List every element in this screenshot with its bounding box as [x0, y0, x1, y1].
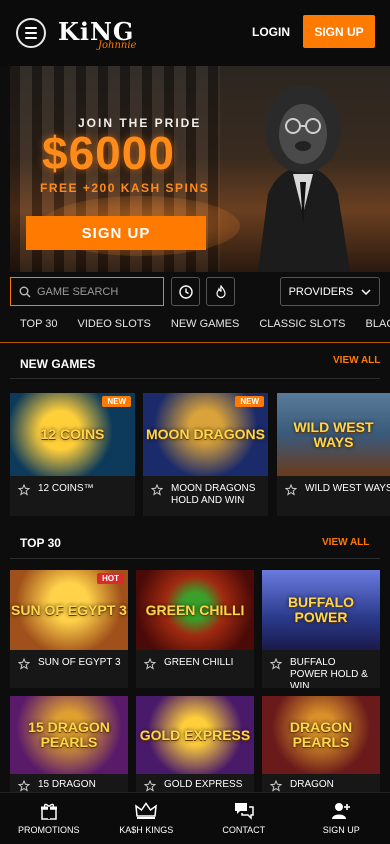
section-divider — [10, 558, 380, 559]
clock-icon — [178, 284, 193, 299]
game-card[interactable]: GREEN CHILLI GREEN CHILLI — [136, 570, 254, 688]
game-card[interactable]: BUFFALO POWER BUFFALO POWER HOLD & WIN — [262, 570, 380, 688]
flame-icon — [215, 284, 226, 298]
bottom-navigation: PROMOTIONS KA$H KINGS CONTACT SIGN UP — [0, 792, 390, 844]
tab-new-games[interactable]: NEW GAMES — [171, 314, 239, 342]
game-thumbnail: DRAGON PEARLS — [262, 696, 380, 774]
game-search-box[interactable] — [10, 277, 164, 306]
game-thumbnail: 12 COINS NEW — [10, 393, 135, 476]
nav-contact[interactable]: CONTACT — [195, 793, 293, 844]
game-name: DRAGON PEARLS: — [290, 779, 334, 792]
add-user-icon — [332, 803, 351, 819]
chevron-down-icon — [361, 288, 371, 295]
providers-label: PROVIDERS — [288, 285, 354, 298]
recent-games-button[interactable] — [171, 277, 200, 306]
game-art-title: 15 DRAGON PEARLS — [28, 719, 110, 750]
favorite-star-icon[interactable] — [144, 780, 156, 792]
banner-amount: $6000 — [42, 127, 175, 179]
tab-top-30[interactable]: TOP 30 — [20, 314, 58, 342]
game-name: SUN OF EGYPT 3 — [38, 657, 121, 668]
hamburger-line — [25, 27, 37, 29]
game-art-title: WILD WEST WAYS — [293, 418, 374, 450]
hamburger-line — [25, 32, 37, 34]
hot-games-button[interactable] — [206, 277, 235, 306]
favorite-star-icon[interactable] — [18, 780, 30, 792]
top30-view-all-link[interactable]: VIEW ALL — [322, 537, 369, 548]
nav-kash-kings-label: KA$H KINGS — [119, 825, 174, 835]
game-art-title: 12 COINS — [40, 426, 105, 443]
new-badge: NEW — [102, 396, 131, 407]
favorite-star-icon[interactable] — [270, 658, 282, 670]
favorite-star-icon[interactable] — [144, 658, 156, 670]
banner-signup-button[interactable]: SIGN UP — [26, 216, 206, 250]
signup-button[interactable]: SIGN UP — [303, 15, 375, 48]
game-card[interactable]: DRAGON PEARLS DRAGON PEARLS: — [262, 696, 380, 792]
game-card[interactable]: 15 DRAGON PEARLS 15 DRAGON — [10, 696, 128, 792]
nav-promotions[interactable]: PROMOTIONS — [0, 793, 98, 844]
login-link[interactable]: LOGIN — [252, 25, 290, 39]
new-games-view-all-link[interactable]: VIEW ALL — [333, 355, 380, 366]
nav-sign-up[interactable]: SIGN UP — [293, 793, 390, 844]
favorite-star-icon[interactable] — [151, 484, 163, 496]
favorite-star-icon[interactable] — [285, 484, 297, 496]
game-thumbnail: GREEN CHILLI — [136, 570, 254, 650]
game-thumbnail: GOLD EXPRESS — [136, 696, 254, 774]
top-header: KiNG Johnnie LOGIN SIGN UP — [0, 0, 390, 66]
game-thumbnail: BUFFALO POWER — [262, 570, 380, 650]
game-art-title: GOLD EXPRESS — [139, 726, 251, 743]
favorite-star-icon[interactable] — [270, 780, 282, 792]
game-name: WILD WEST WAYS — [305, 483, 390, 494]
game-card[interactable]: GOLD EXPRESS GOLD EXPRESS — [136, 696, 254, 792]
site-logo[interactable]: KiNG Johnnie — [58, 13, 148, 53]
game-card[interactable]: 12 COINS NEW 12 COINS™ — [10, 393, 135, 516]
game-art-title: SUN OF EGYPT 3 — [11, 601, 127, 618]
game-card[interactable]: MOON DRAGONS NEW MOON DRAGONS HOLD AND W… — [143, 393, 268, 516]
logo-sub-text: Johnnie — [98, 40, 137, 51]
favorite-star-icon[interactable] — [18, 658, 30, 670]
nav-sign-up-label: SIGN UP — [322, 825, 360, 835]
nav-promotions-label: PROMOTIONS — [17, 825, 80, 835]
game-name: MOON DRAGONS HOLD AND WIN — [171, 483, 256, 506]
tab-classic-slots[interactable]: CLASSIC SLOTS — [259, 314, 345, 342]
nav-contact-label: CONTACT — [222, 825, 266, 835]
game-thumbnail: WILD WEST WAYS — [277, 393, 390, 476]
hot-badge: HOT — [97, 573, 124, 584]
game-name: GOLD EXPRESS — [164, 779, 243, 790]
top30-title: TOP 30 — [20, 536, 61, 550]
game-art-title: GREEN CHILLI — [145, 601, 245, 618]
gift-icon — [40, 803, 57, 820]
game-art-title: MOON DRAGONS — [146, 426, 265, 443]
section-divider — [10, 378, 380, 379]
game-thumbnail: 15 DRAGON PEARLS — [10, 696, 128, 774]
game-name: GREEN CHILLI — [164, 657, 234, 668]
game-name: BUFFALO POWER HOLD & WIN — [290, 657, 368, 688]
banner-offer: FREE +200 KASH SPINS — [40, 181, 210, 195]
new-games-title: NEW GAMES — [20, 357, 96, 371]
favorite-star-icon[interactable] — [18, 484, 30, 496]
game-art-title: BUFFALO POWER — [287, 594, 355, 625]
game-card[interactable]: SUN OF EGYPT 3 HOT SUN OF EGYPT 3 — [10, 570, 128, 688]
game-thumbnail: SUN OF EGYPT 3 HOT — [10, 570, 128, 650]
game-art-title: DRAGON PEARLS — [289, 719, 353, 750]
game-card[interactable]: WILD WEST WAYS WILD WEST WAYS — [277, 393, 390, 516]
menu-button[interactable] — [16, 18, 46, 48]
promo-banner[interactable]: JOIN THE PRIDE $6000 FREE +200 KASH SPIN… — [10, 66, 390, 272]
category-tabs: TOP 30 VIDEO SLOTS NEW GAMES CLASSIC SLO… — [0, 314, 390, 342]
new-badge: NEW — [235, 396, 264, 407]
game-search-input[interactable] — [37, 285, 157, 298]
game-name: 12 COINS™ — [38, 483, 94, 494]
tab-video-slots[interactable]: VIDEO SLOTS — [78, 314, 151, 342]
hamburger-line — [25, 37, 37, 39]
tab-blackjack[interactable]: BLACKJACK — [366, 314, 390, 342]
search-icon — [19, 286, 31, 297]
chat-icon — [234, 803, 254, 820]
game-thumbnail: MOON DRAGONS NEW — [143, 393, 268, 476]
lion-mascot-image — [258, 85, 350, 272]
crown-icon — [135, 802, 158, 819]
game-name: 15 DRAGON — [38, 779, 96, 790]
providers-dropdown[interactable]: PROVIDERS — [280, 277, 380, 306]
tabs-divider — [0, 342, 390, 343]
nav-kash-kings[interactable]: KA$H KINGS — [98, 793, 196, 844]
